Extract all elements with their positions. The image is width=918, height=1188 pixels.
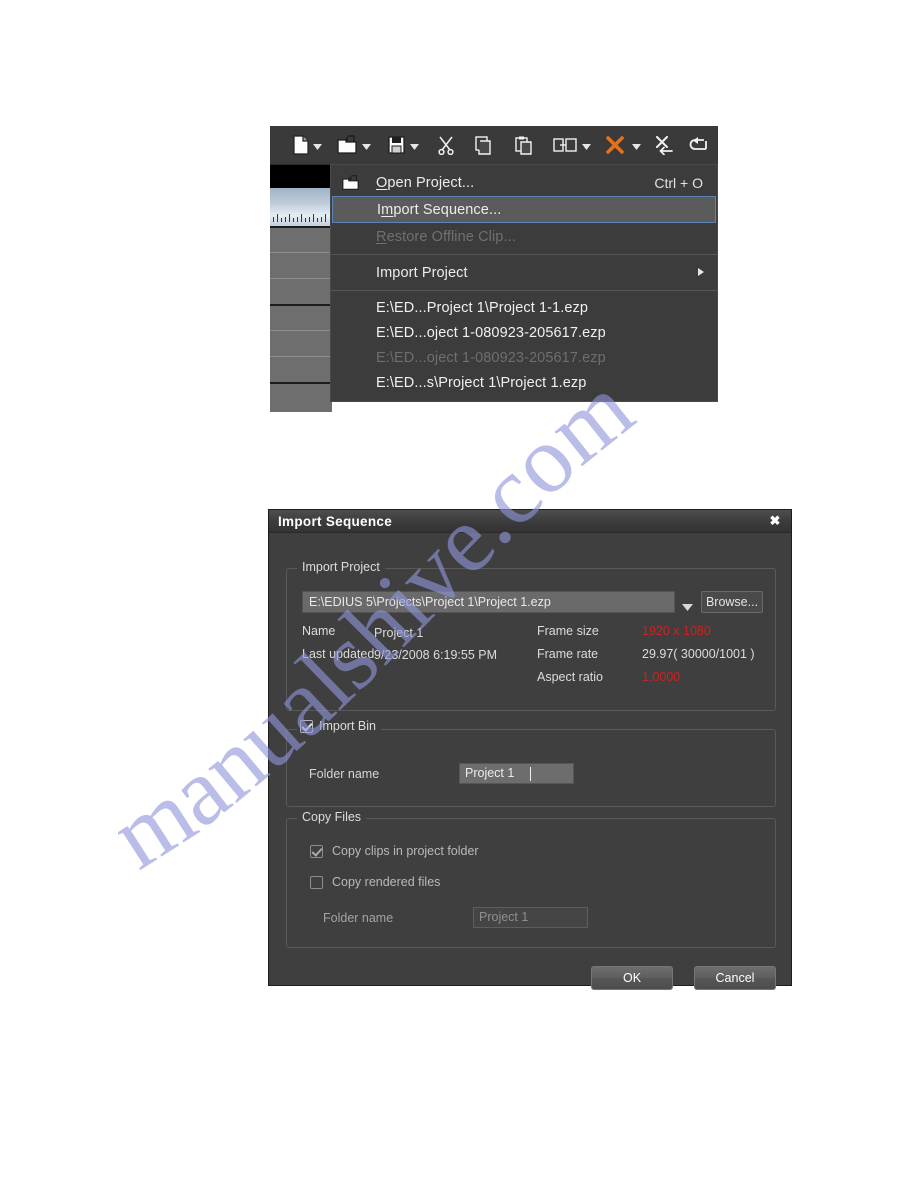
- group-legend: Import Project: [297, 560, 385, 574]
- timeline-tick-marks: [272, 213, 330, 222]
- import-bin-folder-name-input[interactable]: Project 1: [459, 763, 574, 784]
- name-label: Name: [302, 624, 336, 638]
- project-path-input[interactable]: E:\EDIUS 5\Projects\Project 1\Project 1.…: [302, 591, 675, 613]
- copy-clips-checkbox[interactable]: [310, 844, 323, 858]
- open-project-icon[interactable]: [336, 133, 358, 157]
- undo-icon[interactable]: [687, 133, 709, 157]
- import-bin-group: Import Bin Folder name Project 1: [286, 719, 776, 807]
- text-cursor: [530, 767, 531, 781]
- folder-name-value: Project 1: [465, 766, 515, 780]
- menu-divider: [331, 254, 717, 255]
- copy-rendered-row[interactable]: Copy rendered files: [310, 875, 440, 889]
- last-updated-label: Last updated: [302, 647, 375, 661]
- import-bin-legend[interactable]: Import Bin: [297, 719, 381, 733]
- menu-item-recent-file[interactable]: E:\ED...Project 1\Project 1-1.ezp: [331, 295, 717, 320]
- group-legend: Import Bin: [319, 719, 376, 733]
- copy-icon[interactable]: [473, 133, 495, 157]
- folder-name-label: Folder name: [309, 766, 380, 781]
- ok-button[interactable]: OK: [591, 966, 673, 990]
- timeline-track-row[interactable]: [270, 330, 332, 357]
- frame-rate-value: 29.97( 30000/1001 ): [642, 647, 755, 661]
- browse-button[interactable]: Browse...: [701, 591, 763, 613]
- aspect-ratio-label: Aspect ratio: [537, 670, 604, 684]
- toolbar: [270, 126, 718, 165]
- new-project-icon[interactable]: [290, 133, 310, 157]
- ripple-delete-icon[interactable]: [653, 133, 675, 157]
- import-bin-checkbox[interactable]: [300, 719, 313, 733]
- timeline-track-panel: [270, 164, 332, 412]
- timeline-track-row[interactable]: [270, 278, 332, 305]
- menu-item-recent-file[interactable]: E:\ED...s\Project 1\Project 1.ezp: [331, 370, 717, 395]
- chevron-down-icon[interactable]: [582, 144, 591, 150]
- folder-name-label: Folder name: [323, 910, 394, 925]
- import-sequence-dialog: Import Sequence ✖ Import Project E:\EDIU…: [268, 509, 792, 990]
- chevron-down-icon[interactable]: [632, 144, 641, 150]
- menu-item-recent-file[interactable]: E:\ED...oject 1-080923-205617.ezp: [331, 320, 717, 345]
- menu-item-recent-file: E:\ED...oject 1-080923-205617.ezp: [331, 345, 717, 370]
- cut-icon[interactable]: [436, 133, 456, 157]
- menu-divider: [331, 290, 717, 291]
- dialog-body: Import Project E:\EDIUS 5\Projects\Proje…: [269, 533, 791, 990]
- menu-item-import-project[interactable]: Import Project: [331, 259, 717, 286]
- paste-icon[interactable]: [513, 133, 535, 157]
- chevron-down-icon[interactable]: [682, 598, 693, 611]
- copy-clips-row[interactable]: Copy clips in project folder: [310, 844, 479, 858]
- copy-rendered-checkbox[interactable]: [310, 875, 323, 889]
- copy-files-folder-name-input: Project 1: [473, 907, 588, 928]
- menu-item-label: Import Project: [376, 264, 468, 281]
- frame-size-value: 1920 x 1080: [642, 624, 711, 638]
- chevron-down-icon[interactable]: [410, 144, 419, 150]
- edius-toolbar-menu-screenshot: Open Project... Ctrl + O Import Sequence…: [270, 126, 718, 412]
- timeline-track-row[interactable]: [270, 252, 332, 279]
- menu-item-restore-offline-clip: Restore Offline Clip...: [331, 223, 717, 250]
- copy-rendered-label: Copy rendered files: [332, 875, 441, 889]
- menu-item-label: E:\ED...oject 1-080923-205617.ezp: [376, 349, 606, 366]
- cancel-button[interactable]: Cancel: [694, 966, 776, 990]
- name-value: Project 1: [374, 626, 424, 640]
- project-path-row: E:\EDIUS 5\Projects\Project 1\Project 1.…: [302, 591, 763, 613]
- menu-item-label: E:\ED...oject 1-080923-205617.ezp: [376, 324, 606, 341]
- timeline-track-row[interactable]: [270, 304, 332, 332]
- dialog-title-bar[interactable]: Import Sequence ✖: [269, 510, 791, 533]
- chevron-down-icon[interactable]: [313, 144, 322, 150]
- chevron-down-icon[interactable]: [362, 144, 371, 150]
- aspect-ratio-value: 1.0000: [642, 670, 681, 684]
- save-project-icon[interactable]: [386, 133, 406, 157]
- timeline-track-row[interactable]: [270, 382, 332, 412]
- menu-item-label: E:\ED...s\Project 1\Project 1.ezp: [376, 374, 587, 391]
- open-project-icon: [342, 174, 359, 191]
- menu-item-label: E:\ED...Project 1\Project 1-1.ezp: [376, 299, 589, 316]
- import-project-group: Import Project E:\EDIUS 5\Projects\Proje…: [286, 560, 776, 711]
- close-icon[interactable]: ✖: [767, 513, 783, 529]
- copy-files-group: Copy Files Copy clips in project folder …: [286, 810, 776, 948]
- chevron-right-icon: [698, 268, 704, 276]
- timeline-track-row[interactable]: [270, 226, 332, 254]
- timeline-black-area: [270, 164, 332, 188]
- menu-item-import-sequence[interactable]: Import Sequence...: [332, 196, 716, 223]
- copy-clips-label: Copy clips in project folder: [332, 844, 479, 858]
- timeline-track-row[interactable]: [270, 356, 332, 383]
- last-updated-value: 9/23/2008 6:19:55 PM: [374, 648, 498, 662]
- group-legend: Copy Files: [297, 810, 367, 824]
- dialog-title: Import Sequence: [278, 513, 393, 529]
- import-bin-folder-name-row: Folder name Project 1: [309, 763, 574, 784]
- frame-rate-label: Frame rate: [537, 647, 599, 661]
- menu-item-label: Restore Offline Clip...: [376, 228, 516, 245]
- delete-icon[interactable]: [604, 133, 626, 157]
- menu-item-shortcut: Ctrl + O: [654, 174, 703, 191]
- menu-item-label: Open Project...: [376, 174, 475, 191]
- copy-files-folder-name-row: Folder name Project 1: [323, 907, 588, 928]
- timeline-ruler[interactable]: [270, 188, 332, 228]
- frame-size-label: Frame size: [537, 624, 599, 638]
- folder-name-value: Project 1: [479, 910, 529, 924]
- menu-item-open-project[interactable]: Open Project... Ctrl + O: [331, 169, 717, 196]
- menu-item-label: Import Sequence...: [377, 201, 502, 218]
- file-dropdown-menu: Open Project... Ctrl + O Import Sequence…: [330, 164, 718, 402]
- replace-clip-icon[interactable]: [552, 133, 578, 157]
